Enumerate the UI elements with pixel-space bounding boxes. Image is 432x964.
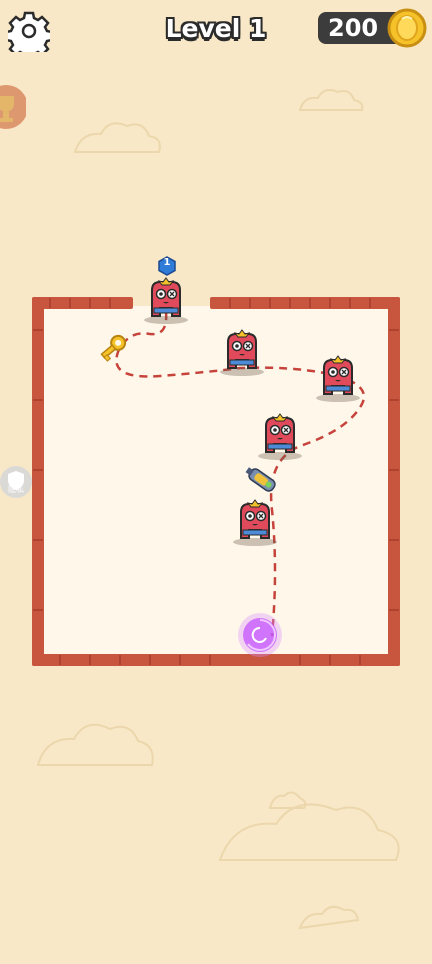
privacy-label: 隐私 xyxy=(8,485,24,494)
game-background xyxy=(32,89,400,930)
player-level-number: 1 xyxy=(163,257,171,268)
trophy-icon[interactable] xyxy=(0,82,26,132)
play-area-floor xyxy=(40,306,392,660)
gold-coin-icon xyxy=(387,8,427,48)
purple-portal-icon[interactable] xyxy=(238,613,282,657)
coin-value: 200 xyxy=(328,14,379,42)
